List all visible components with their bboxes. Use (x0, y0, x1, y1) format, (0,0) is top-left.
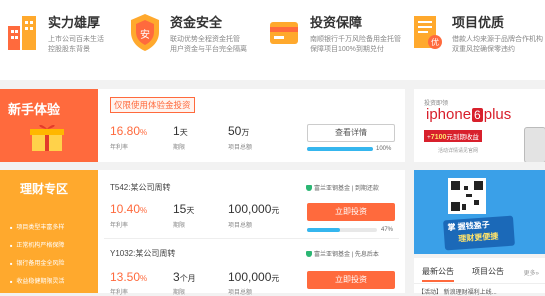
app-promo-banner[interactable]: 掌 握钱盈子 理财更便捷 (414, 170, 545, 254)
product-amount-caption: 项目总额 (228, 290, 253, 296)
feature-desc: 联动优势全程资金托管 (170, 36, 240, 43)
invest-now-button[interactable]: 立即投资 (307, 203, 395, 221)
feature-desc: 用户资金与平台完全隔离 (170, 46, 247, 53)
document-icon: 优 (414, 16, 442, 49)
more-link[interactable]: 更多» (524, 268, 539, 277)
feature-desc: 南顺银行千万风险备用金托管 (310, 36, 401, 43)
progress-fill (307, 147, 373, 151)
feature-desc: 双重风控确保零违约 (452, 46, 515, 53)
finance-feature: 项目类型丰富多样 (10, 222, 64, 231)
iphone-promo-banner[interactable]: 投资即领 iphone 6 plus +7100元到期收益 活动详情请见官网 (414, 89, 545, 162)
finance-section: 理财专区 项目类型丰富多样 正常机构严格保障 银行备用金全风险 收益稳健期限灵活… (0, 170, 405, 296)
notice-panel: 最新公告 项目公告 更多» 【活动】 新浪理财福利上线... (414, 258, 545, 296)
phone-image (524, 127, 545, 162)
feature-desc: 上市公司百未生活 (48, 36, 104, 43)
newbie-tag: 仅限使用体验金投资 (110, 97, 195, 113)
product-term: 3个月 (173, 270, 196, 284)
card-icon (270, 22, 298, 44)
shield-icon (306, 185, 312, 191)
tab-latest-notice[interactable]: 最新公告 (422, 266, 454, 282)
view-details-button[interactable]: 查看详情 (307, 124, 395, 142)
finance-feature: 收益稳健期限灵活 (10, 276, 64, 285)
divider (414, 283, 545, 284)
buildings-icon (8, 16, 36, 50)
qr-code-icon (448, 178, 486, 214)
feature-title: 投资保障 (310, 15, 363, 30)
product-progress-text: 47% (381, 227, 394, 233)
app-slogan: 掌 握钱盈子 理财更便捷 (443, 215, 515, 251)
newbie-progress-text: 100% (376, 146, 392, 152)
promo-bonus: +7100元到期收益 (424, 130, 482, 142)
features-bar: 实力雄厚 上市公司百未生活 控股股东背景 安 资金安全 联动优势全程资金托管 用… (0, 0, 545, 80)
newbie-term-caption: 期限 (173, 145, 186, 151)
progress-fill (307, 228, 340, 232)
svg-text:优: 优 (431, 37, 439, 47)
feature-desc: 借款人均来源于品牌合作机构 (452, 36, 543, 43)
newbie-rate-caption: 年利率 (110, 145, 129, 151)
product-name[interactable]: T542:某公司周转 (110, 182, 170, 193)
product-amount: 100,000元 (228, 202, 280, 216)
feature-title: 实力雄厚 (48, 15, 101, 30)
newbie-amount-caption: 项目总额 (228, 145, 253, 151)
finance-banner: 理财专区 项目类型丰富多样 正常机构严格保障 银行备用金全风险 收益稳健期限灵活 (0, 170, 98, 293)
product-term-caption: 期限 (173, 290, 186, 296)
tab-project-notice[interactable]: 项目公告 (472, 266, 504, 277)
product-term-caption: 期限 (173, 223, 186, 229)
product-term: 15天 (173, 202, 195, 216)
newbie-progress-bar (307, 147, 373, 151)
fund-info: 富兰亚钢基金 | 先息后本 (306, 249, 379, 258)
fund-info: 富兰亚钢基金 | 到期还款 (306, 183, 379, 192)
feature-desc: 控股股东背景 (48, 46, 90, 53)
feature-strength: 实力雄厚 上市公司百未生活 控股股东背景 (6, 8, 136, 72)
product-amount-caption: 项目总额 (228, 223, 253, 229)
newbie-amount: 50万 (228, 124, 250, 138)
finance-label: 理财专区 (20, 182, 69, 196)
promo-bottom-text: 活动详情请见官网 (438, 148, 479, 154)
newbie-banner: 新手体验 (0, 89, 98, 162)
invest-now-button[interactable]: 立即投资 (307, 271, 395, 289)
feature-title: 资金安全 (170, 15, 223, 30)
newbie-label: 新手体验 (8, 102, 61, 117)
shield-icon (306, 251, 312, 257)
svg-text:安: 安 (140, 28, 150, 41)
finance-feature: 银行备用金全风险 (10, 258, 64, 267)
feature-guarantee: 投资保障 南顺银行千万风险备用金托管 保障项目100%到期兑付 (268, 8, 401, 72)
notice-item[interactable]: 【活动】 新浪理财福利上线... (418, 287, 497, 296)
product-rate: 13.50% (110, 270, 148, 284)
feature-quality: 优 项目优质 借款人均来源于品牌合作机构 双重风控确保零违约 (410, 8, 543, 72)
row-divider (104, 238, 399, 239)
product-rate: 10.40% (110, 202, 148, 216)
newbie-rate: 16.80% (110, 124, 148, 138)
product-amount: 100,000元 (228, 270, 280, 284)
feature-desc: 保障项目100%到期兑付 (310, 46, 384, 53)
promo-brand: iphone 6 plus (426, 106, 512, 123)
product-progress-bar (307, 228, 377, 232)
product-name[interactable]: Y1032:某公司周转 (110, 248, 175, 259)
newbie-term: 1天 (173, 124, 188, 138)
product-rate-caption: 年利率 (110, 290, 129, 296)
feature-title: 项目优质 (452, 15, 505, 30)
feature-safety: 安 资金安全 联动优势全程资金托管 用户资金与平台完全隔离 (128, 8, 258, 72)
shield-icon: 安 (131, 14, 159, 51)
finance-feature: 正常机构严格保障 (10, 240, 64, 249)
gift-icon (30, 124, 64, 151)
product-rate-caption: 年利率 (110, 223, 129, 229)
